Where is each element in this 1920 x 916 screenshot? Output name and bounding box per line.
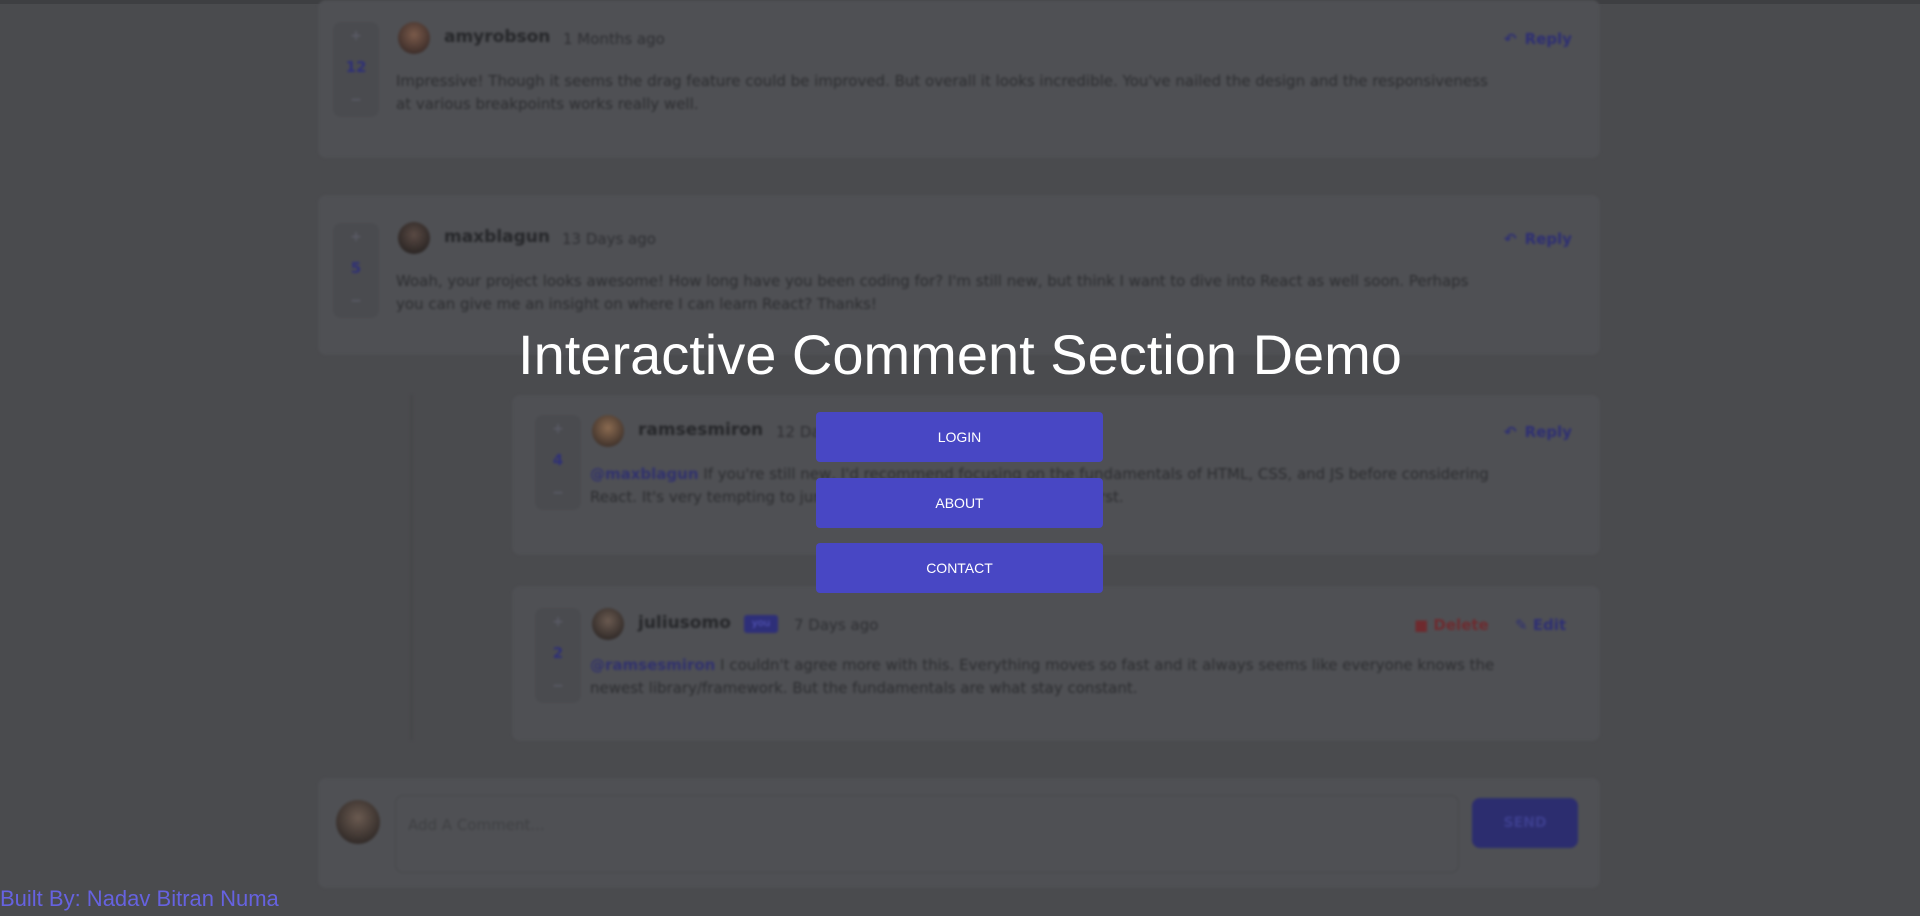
reply-button[interactable]: ↶ Reply <box>1504 30 1572 48</box>
current-user-avatar <box>336 800 380 844</box>
downvote-button[interactable]: − <box>535 485 581 501</box>
comment-text: Impressive! Though it seems the drag fea… <box>396 72 1488 113</box>
reply-card: + 2 − juliusomo you 7 Days ago ■ Delete … <box>512 586 1600 741</box>
upvote-button[interactable]: + <box>535 421 581 437</box>
avatar <box>398 22 430 54</box>
send-button[interactable]: SEND <box>1472 798 1578 848</box>
reply-text: @ramsesmiron I couldn't agree more with … <box>590 656 1495 697</box>
score: 5 <box>350 259 362 277</box>
avatar <box>398 222 430 254</box>
footer-credit[interactable]: Built By: Nadav Bitran Numa <box>0 886 279 912</box>
comment-text: Woah, your project looks awesome! How lo… <box>396 272 1469 313</box>
vote-control: + 2 − <box>535 608 581 703</box>
username: ramsesmiron <box>638 420 764 440</box>
upvote-button[interactable]: + <box>535 614 581 630</box>
reply-icon: ↶ <box>1504 230 1517 248</box>
score: 12 <box>345 58 367 76</box>
add-comment-placeholder: Add A Comment... <box>408 816 545 834</box>
upvote-button[interactable]: + <box>333 229 379 245</box>
trash-icon: ■ <box>1414 616 1429 634</box>
timestamp: 1 Months ago <box>563 30 665 48</box>
mention-link[interactable]: @maxblagun <box>590 465 699 483</box>
reply-button[interactable]: ↶ Reply <box>1504 423 1572 441</box>
overlay-title: Interactive Comment Section Demo <box>518 323 1402 386</box>
you-badge: you <box>744 615 778 633</box>
score: 4 <box>552 451 564 469</box>
reply-icon: ↶ <box>1504 423 1517 441</box>
mention-link[interactable]: @ramsesmiron <box>590 656 715 674</box>
username: amyrobson <box>444 27 551 47</box>
upvote-button[interactable]: + <box>333 28 379 44</box>
delete-button[interactable]: ■ Delete <box>1414 616 1489 634</box>
reply-icon: ↶ <box>1504 30 1517 48</box>
pencil-icon: ✎ <box>1515 616 1528 634</box>
downvote-button[interactable]: − <box>333 92 379 108</box>
login-button[interactable]: LOGIN <box>816 412 1103 462</box>
score: 2 <box>552 644 564 662</box>
vote-control: + 4 − <box>535 415 581 510</box>
avatar <box>592 608 624 640</box>
edit-button[interactable]: ✎ Edit <box>1515 616 1566 634</box>
username: maxblagun <box>444 227 550 247</box>
reply-button[interactable]: ↶ Reply <box>1504 230 1572 248</box>
timestamp: 13 Days ago <box>562 230 656 248</box>
reply-thread-line <box>410 395 413 740</box>
avatar <box>592 415 624 447</box>
downvote-button[interactable]: − <box>333 293 379 309</box>
vote-control: + 5 − <box>333 223 379 318</box>
add-comment-input[interactable]: Add A Comment... <box>395 795 1459 873</box>
timestamp: 7 Days ago <box>794 616 879 634</box>
contact-button[interactable]: CONTACT <box>816 543 1103 593</box>
username: juliusomo <box>638 613 731 633</box>
about-button[interactable]: ABOUT <box>816 478 1103 528</box>
downvote-button[interactable]: − <box>535 678 581 694</box>
comment-card: + 12 − amyrobson 1 Months ago ↶ Reply Imp… <box>318 0 1600 158</box>
vote-control: + 12 − <box>333 22 379 117</box>
